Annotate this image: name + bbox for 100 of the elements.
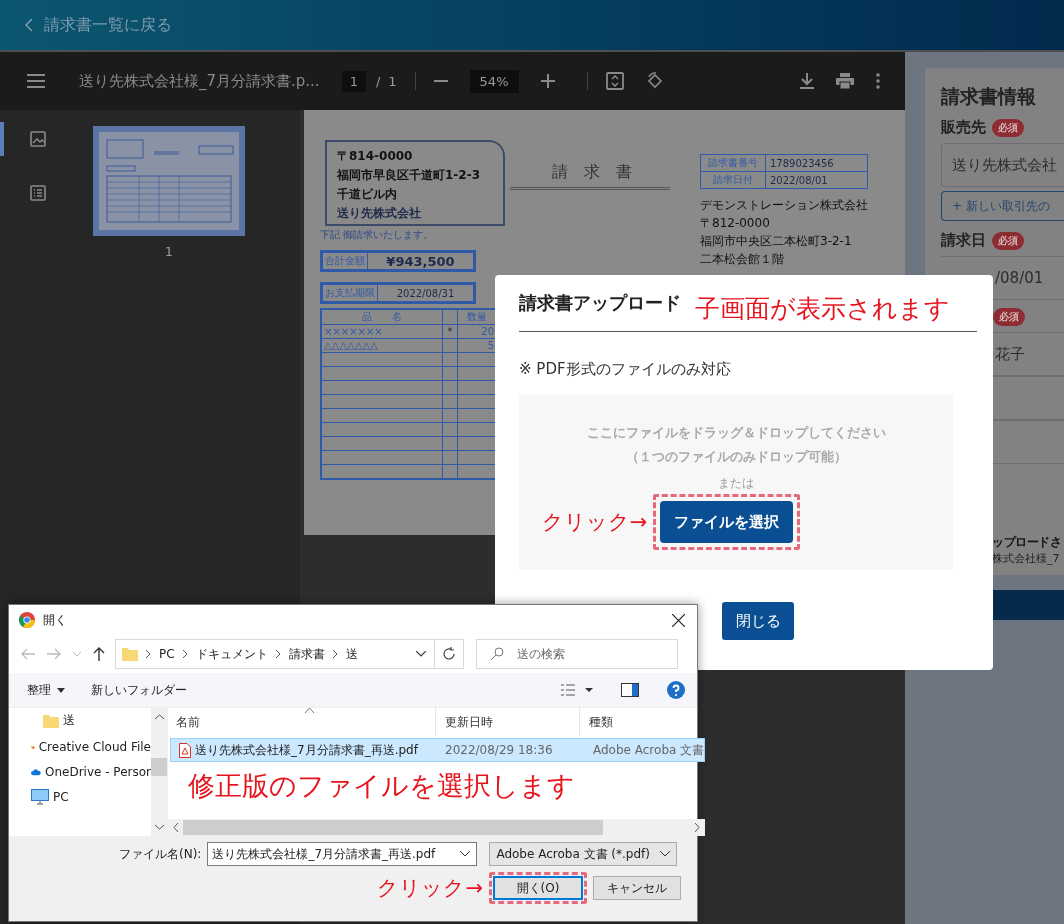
meta-label: 請求日付 [700, 171, 766, 189]
help-icon[interactable] [667, 681, 685, 699]
thumbnail-label: 1 [164, 244, 174, 259]
address-line: 千道ビル内 [337, 186, 398, 203]
file-row[interactable]: 送り先株式会社様_7月分請求書_再送.pdf 2022/08/29 18:36 Adobe Acroba 文書 [170, 738, 706, 762]
caret-down-icon [57, 687, 65, 693]
required-badge: 必須 [992, 118, 1024, 137]
fit-page-icon[interactable] [605, 72, 624, 90]
address-line: 〒814-0000 [337, 148, 414, 165]
breadcrumb-item[interactable]: ドキュメント [195, 645, 268, 663]
page-thumbnail[interactable] [93, 126, 245, 236]
table-cell: * [447, 326, 453, 337]
scrollbar-thumb[interactable] [183, 820, 603, 835]
download-icon[interactable] [800, 73, 814, 89]
up-arrow-icon[interactable] [93, 647, 105, 661]
file-type-dropdown[interactable]: Adobe Acroba 文書 (*.pdf) [489, 842, 678, 866]
menu-icon[interactable] [27, 74, 45, 88]
breadcrumb-item[interactable]: 請求書 [288, 645, 325, 663]
navigation-item[interactable]: OneDrive - Persor [9, 765, 151, 779]
navigation-item[interactable]: PC [9, 789, 151, 805]
sort-caret-icon [305, 708, 314, 713]
or-text: または [718, 475, 754, 492]
zoom-field[interactable]: 54% [469, 69, 519, 93]
scrollbar[interactable] [151, 708, 167, 836]
dropdown-caret-icon [460, 851, 471, 857]
dropdown-caret-icon[interactable] [416, 651, 426, 657]
scroll-right-icon[interactable] [694, 823, 701, 832]
page-total: 1 [388, 73, 397, 89]
breadcrumb-item[interactable]: PC [159, 647, 175, 661]
close-button[interactable]: 閉じる [722, 602, 794, 640]
issuer-line: 〒812-0000 [700, 215, 771, 232]
recipient-name: 送り先株式会社 [337, 205, 422, 222]
chevron-icon [275, 650, 281, 658]
view-options-icon[interactable] [561, 684, 593, 696]
drop-instruction: ここにファイルをドラッグ＆ドロップしてください [586, 424, 886, 442]
refresh-icon [442, 647, 456, 661]
rotate-icon[interactable] [645, 72, 664, 90]
dropdown-caret-icon [660, 851, 671, 857]
more-icon[interactable] [876, 73, 880, 89]
image-icon [30, 131, 46, 147]
scroll-up-icon[interactable] [154, 714, 164, 720]
drop-zone[interactable]: ここにファイルをドラッグ＆ドロップしてください （１つのファイルのみドロップ可能） または クリック→ ファイルを選択 [519, 395, 953, 570]
scrollbar-thumb[interactable] [151, 758, 167, 776]
panel-title: 請求書情報 [941, 84, 1037, 109]
scrollbar[interactable] [168, 819, 706, 836]
upload-status-text: ップロードさ [992, 534, 1062, 551]
field-label: 請求日 [941, 231, 986, 250]
chevron-left-icon [24, 18, 34, 32]
folder-icon [122, 646, 138, 662]
breadcrumb-item[interactable]: 送 [345, 645, 358, 663]
navigation-item[interactable]: Creative Cloud File [9, 739, 151, 755]
scroll-left-icon[interactable] [173, 823, 179, 832]
column-header[interactable]: 更新日時 [436, 708, 580, 736]
preview-pane-icon[interactable] [621, 683, 639, 697]
page-number-field[interactable]: 1 [341, 70, 366, 92]
meta-value: 2022/08/01 [765, 171, 868, 189]
scroll-down-icon[interactable] [154, 824, 164, 830]
file-name-field[interactable]: 送り先株式会社様_7月分請求書_再送.pdf [207, 842, 478, 866]
meta-label: 請求書番号 [700, 154, 766, 172]
annotation-text: クリック→ [541, 509, 648, 536]
invoice-note: 下記 御請求いたします。 [320, 228, 435, 242]
refresh-button[interactable] [434, 639, 464, 669]
due-label: お支払期限 [323, 285, 378, 301]
field-label: 販売先 [941, 118, 986, 137]
search-icon [490, 647, 504, 661]
address-bar[interactable]: PC ドキュメント 請求書 送 [115, 639, 435, 669]
pdf-file-icon [179, 742, 191, 758]
annotation-text: クリック→ [377, 875, 483, 902]
issuer-line: 二本松会館１階 [700, 251, 785, 268]
customer-field[interactable]: 送り先株式会社 [941, 143, 1064, 187]
invoice-title: 請求書 [510, 162, 670, 190]
column-header[interactable]: 名前 [168, 708, 436, 736]
issuer-line: 福岡市中央区二本松町3-2-1 [700, 233, 853, 250]
table-cell: ××××××× [321, 324, 443, 339]
file-format-note: ※ PDF形式のファイルのみ対応 [519, 360, 732, 379]
address-line: 福岡市早良区千道町1-2-3 [337, 167, 481, 184]
navigation-item[interactable]: 送 [9, 712, 151, 729]
zoom-in-icon[interactable] [540, 74, 555, 88]
new-folder-button[interactable]: 新しいフォルダー [91, 681, 187, 699]
cancel-button[interactable]: キャンセル [593, 876, 681, 900]
chevron-icon [332, 650, 338, 658]
print-icon[interactable] [836, 73, 854, 89]
total-label: 合計金額 [323, 253, 368, 269]
column-header[interactable]: 種類 [580, 708, 613, 736]
chevron-icon [146, 650, 151, 658]
required-badge: 必須 [993, 308, 1025, 326]
close-icon[interactable] [672, 613, 685, 627]
column-header: 品 名 [321, 309, 443, 325]
cloud-icon [31, 766, 41, 778]
dialog-title: 開く [43, 611, 67, 629]
organize-menu[interactable]: 整理 [27, 681, 65, 699]
open-button[interactable]: 開く(O) [493, 876, 583, 900]
list-icon [30, 185, 46, 201]
browser-logo-icon [19, 612, 35, 628]
modified-date: 2022/08/29 18:36 [444, 743, 554, 757]
file-name-label: ファイル名(N): [119, 845, 202, 863]
select-file-button[interactable]: ファイルを選択 [660, 501, 794, 543]
folder-icon [43, 712, 59, 729]
meta-value: 1789023456 [765, 154, 868, 172]
search-field[interactable]: 送の検索 [476, 639, 678, 669]
